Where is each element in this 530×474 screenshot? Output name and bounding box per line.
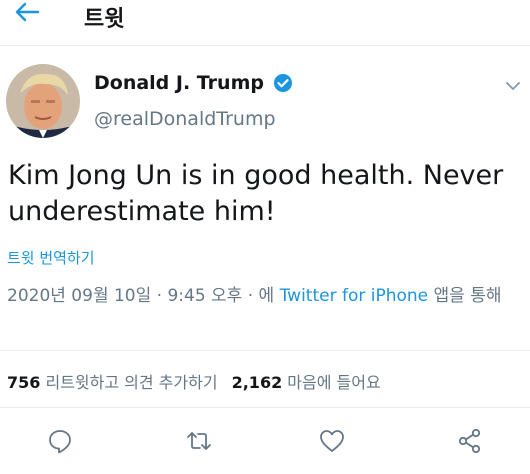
retweets-label: 리트윗하고 의견 추가하기 — [40, 373, 218, 392]
likes-stat[interactable]: 2,162 마음에 들어요 — [232, 373, 381, 392]
top-bar: 트윗 — [0, 0, 530, 46]
translate-tweet-link[interactable]: 트윗 번역하기 — [7, 247, 95, 268]
arrow-left-icon[interactable] — [12, 0, 42, 30]
retweet-icon[interactable] — [185, 427, 213, 455]
likes-label: 마음에 들어요 — [282, 373, 381, 392]
divider — [0, 350, 530, 351]
chevron-down-icon[interactable] — [505, 80, 521, 92]
share-icon[interactable] — [456, 427, 484, 455]
tweet-metadata: 2020년 09월 10일 · 9:45 오후 · 에 Twitter for … — [7, 283, 522, 309]
user-handle[interactable]: @realDonaldTrump — [94, 108, 276, 130]
divider — [0, 407, 530, 408]
retweets-count: 756 — [7, 373, 41, 392]
tweet-source-suffix: 앱을 통해 — [428, 286, 502, 306]
verified-badge-icon — [274, 74, 293, 92]
tweet-text-line: underestimate him! — [8, 196, 276, 227]
tweet-text-line: Kim Jong Un is in good health. Never — [8, 160, 504, 191]
tweet-text: Kim Jong Un is in good health. Never und… — [8, 158, 513, 230]
tweet-timestamp[interactable]: 2020년 09월 10일 · 9:45 오후 · 에 — [7, 286, 280, 306]
retweets-stat[interactable]: 756 리트윗하고 의견 추가하기 — [7, 373, 218, 392]
author-line[interactable]: Donald J. Trump — [94, 72, 293, 94]
tweet-source-link[interactable]: Twitter for iPhone — [280, 286, 429, 306]
like-icon[interactable] — [318, 427, 346, 455]
likes-count: 2,162 — [231, 373, 283, 392]
profile-photo — [6, 64, 80, 138]
page-title: 트윗 — [84, 7, 125, 32]
avatar[interactable] — [6, 64, 80, 138]
tweet-stats: 756 리트윗하고 의견 추가하기 2,162 마음에 들어요 — [7, 369, 381, 393]
display-name[interactable]: Donald J. Trump — [94, 72, 264, 94]
reply-icon[interactable] — [46, 427, 74, 455]
